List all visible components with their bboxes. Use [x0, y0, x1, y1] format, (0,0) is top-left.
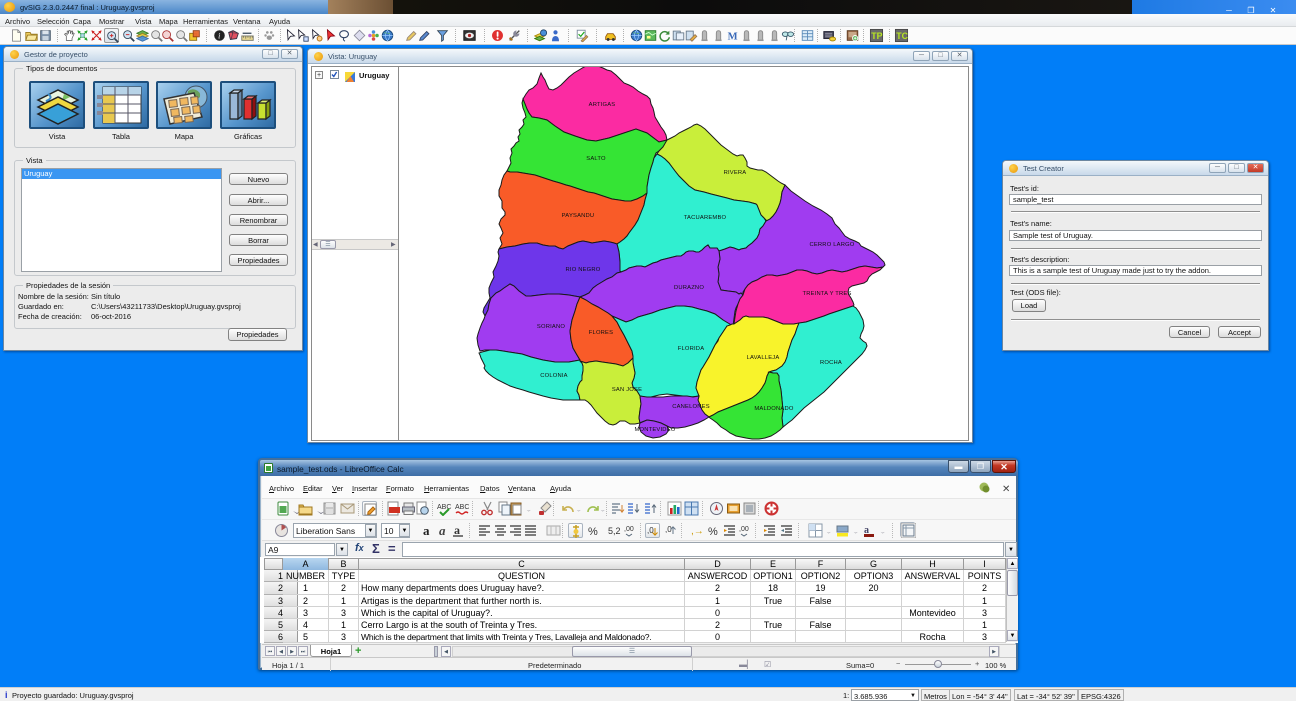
svg-text:CERRO LARGO: CERRO LARGO [809, 242, 854, 248]
svg-text:PAYSANDU: PAYSANDU [562, 213, 595, 219]
svg-text:a: a [439, 523, 446, 538]
svg-text:ABC: ABC [455, 504, 469, 511]
svg-text:MALDONADO: MALDONADO [754, 406, 793, 412]
svg-text:SALTO: SALTO [586, 156, 606, 162]
svg-text:a: a [454, 523, 460, 537]
svg-text:i: i [218, 32, 220, 41]
svg-text:a: a [423, 523, 430, 538]
svg-text:SAN JOSE: SAN JOSE [612, 387, 642, 393]
svg-text:TP: TP [871, 31, 882, 41]
svg-text:%: % [708, 526, 718, 538]
svg-text:,00: ,00 [739, 526, 749, 533]
svg-text:ARTIGAS: ARTIGAS [589, 102, 616, 108]
svg-text:FLORES: FLORES [589, 330, 613, 336]
svg-text:RIVERA: RIVERA [724, 170, 747, 176]
svg-text:M: M [728, 31, 738, 42]
svg-text:TACUAREMBO: TACUAREMBO [684, 215, 727, 221]
svg-text:TC: TC [896, 31, 908, 41]
svg-text:ROCHA: ROCHA [820, 360, 842, 366]
svg-text:LAVALLEJA: LAVALLEJA [747, 355, 780, 361]
svg-text:CANELONES: CANELONES [672, 404, 710, 410]
svg-text:FLORIDA: FLORIDA [678, 346, 705, 352]
svg-text:,00: ,00 [624, 526, 634, 533]
svg-text:TREINTA Y TRES: TREINTA Y TRES [802, 291, 851, 297]
svg-text:RIO NEGRO: RIO NEGRO [566, 267, 601, 273]
svg-text:5,2: 5,2 [608, 526, 621, 536]
svg-text:COLONIA: COLONIA [540, 373, 568, 379]
svg-text:DURAZNO: DURAZNO [674, 285, 704, 291]
svg-text:,→: ,→ [691, 526, 704, 537]
svg-text:MONTEVIDEO: MONTEVIDEO [635, 427, 676, 433]
svg-text:%: % [588, 526, 598, 538]
svg-text:SORIANO: SORIANO [537, 324, 565, 330]
